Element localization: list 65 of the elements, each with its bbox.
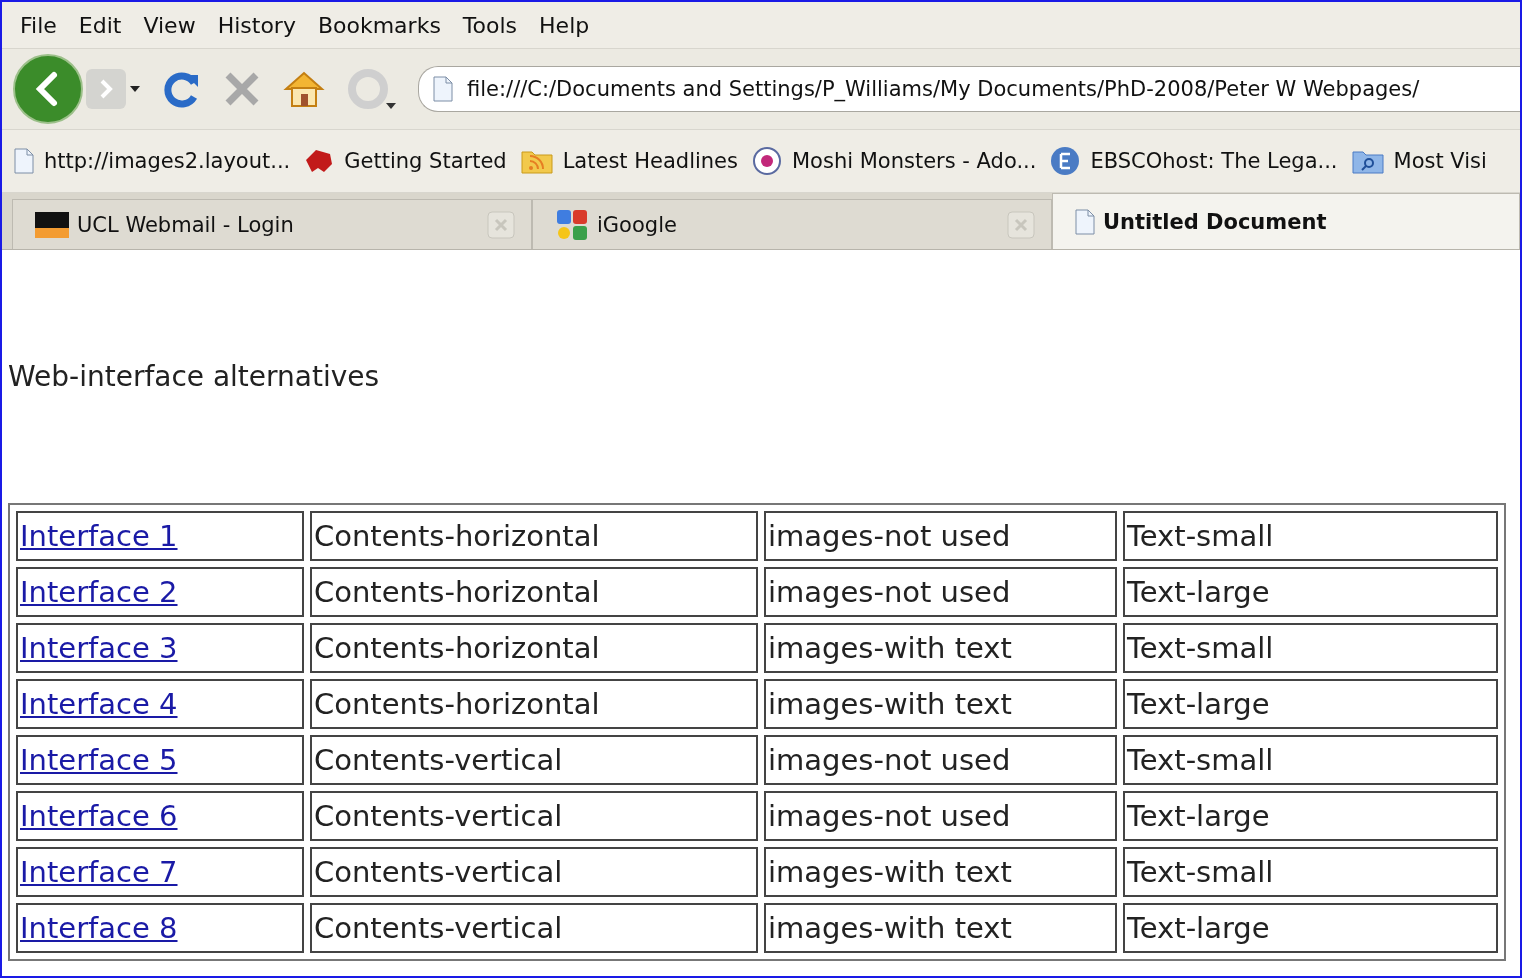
browser-tab[interactable]: iGoogle [532, 199, 1052, 249]
tab-title: Untitled Document [1103, 209, 1328, 234]
folder-icon [1351, 148, 1384, 174]
spinner-icon [346, 67, 398, 111]
page-icon [1075, 208, 1095, 235]
table-cell: Contents-vertical [314, 855, 563, 889]
table-cell: Contents-vertical [314, 911, 563, 945]
table-cell: images-with text [768, 911, 1012, 945]
menu-item[interactable]: Tools [456, 12, 524, 38]
bookmark-item[interactable]: Latest Headlines [520, 148, 738, 174]
table-cell: Text-small [1127, 519, 1274, 553]
back-button[interactable] [12, 53, 84, 125]
browser-tab[interactable]: Untitled Document [1052, 193, 1520, 249]
google-icon [555, 207, 589, 242]
menu-item[interactable]: History [211, 12, 302, 38]
tab-title: iGoogle [597, 212, 678, 237]
table-cell: Text-large [1127, 687, 1270, 721]
table-cell: images-not used [768, 799, 1011, 833]
table-cell: images-not used [768, 743, 1011, 777]
browser-tab[interactable]: UCL Webmail - Login [12, 199, 532, 249]
menu-item[interactable]: File [14, 12, 63, 38]
bookmark-label: http://images2.layout... [44, 149, 291, 173]
table-cell: Contents-vertical [314, 799, 563, 833]
bookmark-label: Most Visi [1393, 149, 1487, 173]
bookmark-label: EBSCOhost: The Lega... [1090, 149, 1338, 173]
table-cell: Text-large [1127, 575, 1270, 609]
table-cell: Contents-vertical [314, 743, 563, 777]
caret-icon[interactable] [128, 84, 142, 94]
ucl-logo-icon [35, 211, 69, 238]
tab-title: UCL Webmail - Login [77, 212, 295, 237]
table-cell: Contents-horizontal [314, 519, 600, 553]
table-cell: images-with text [768, 687, 1012, 721]
table-cell: Text-large [1127, 799, 1270, 833]
bookmark-item[interactable]: Most Visi [1351, 148, 1487, 174]
globe-icon [1050, 146, 1081, 176]
menu-item[interactable]: Edit [72, 12, 128, 38]
table-cell: images-not used [768, 519, 1011, 553]
bookmark-label: Getting Started [344, 149, 507, 173]
menu-item[interactable]: Help [533, 12, 596, 38]
menu-item[interactable]: View [137, 12, 202, 38]
address-field[interactable]: file:///C:/Documents and Settings/P_Williams/My Documents/PhD-2008/Peter W Webpages/ [418, 66, 1520, 112]
table-cell: Text-small [1127, 855, 1274, 889]
bookmark-item[interactable]: Moshi Monsters - Ado... [752, 146, 1037, 176]
bookmark-label: Moshi Monsters - Ado... [792, 149, 1037, 173]
page-icon [433, 76, 453, 102]
feed-folder-icon [520, 148, 553, 174]
page-icon [14, 148, 34, 174]
table-cell: Contents-horizontal [314, 631, 600, 665]
table-cell: images-not used [768, 575, 1011, 609]
table-cell: Contents-horizontal [314, 575, 600, 609]
bookmark-item[interactable]: Getting Started [304, 148, 507, 174]
table-cell: Text-small [1127, 743, 1274, 777]
table-cell: Contents-horizontal [314, 687, 600, 721]
page-heading: Web-interface alternatives [8, 360, 381, 393]
eye-icon [752, 146, 782, 176]
bookmark-label: Latest Headlines [562, 149, 738, 173]
home-icon[interactable] [282, 69, 326, 109]
url-text: file:///C:/Documents and Settings/P_Williams/My Documents/PhD-2008/Peter W Webpages/ [467, 77, 1420, 101]
table-cell: images-with text [768, 855, 1012, 889]
menu-item[interactable]: Bookmarks [311, 12, 447, 38]
bookmark-item[interactable]: http://images2.layout... [14, 148, 291, 174]
table-cell: Text-large [1127, 911, 1270, 945]
table-cell: Text-small [1127, 631, 1274, 665]
table-cell: images-with text [768, 631, 1012, 665]
bookmark-item[interactable]: EBSCOhost: The Lega... [1050, 146, 1338, 176]
